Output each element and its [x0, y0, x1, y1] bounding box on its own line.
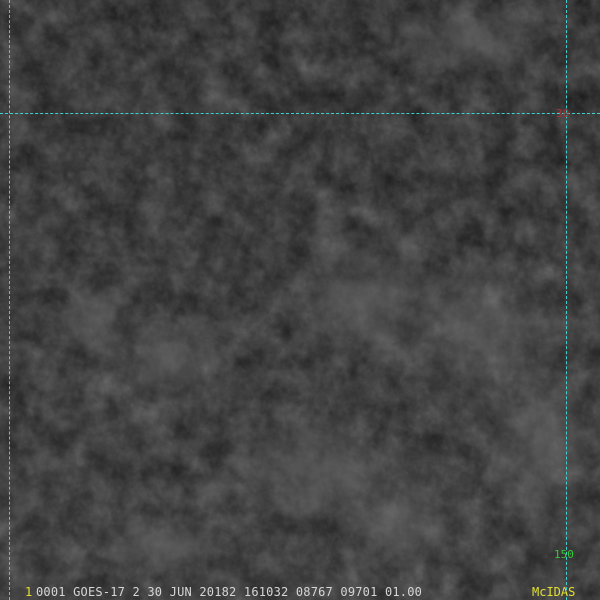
status-info-text: 0001 GOES-17 2 30 JUN 20182 161032 08767…: [36, 585, 423, 599]
frame-number: 1: [25, 585, 33, 599]
status-bar: 1 0001 GOES-17 2 30 JUN 20182 161032 087…: [0, 586, 600, 600]
longitude-grid-line-left: [9, 0, 10, 600]
satellite-cloud-image: [0, 0, 600, 600]
satellite-image-viewer: 30 150 1 0001 GOES-17 2 30 JUN 20182 161…: [0, 0, 600, 600]
latitude-label: 30: [556, 107, 570, 120]
longitude-grid-line-right: [566, 0, 567, 600]
latitude-grid-line: [0, 113, 600, 114]
longitude-label: 150: [554, 548, 574, 561]
mcidas-brand: McIDAS: [532, 585, 576, 599]
